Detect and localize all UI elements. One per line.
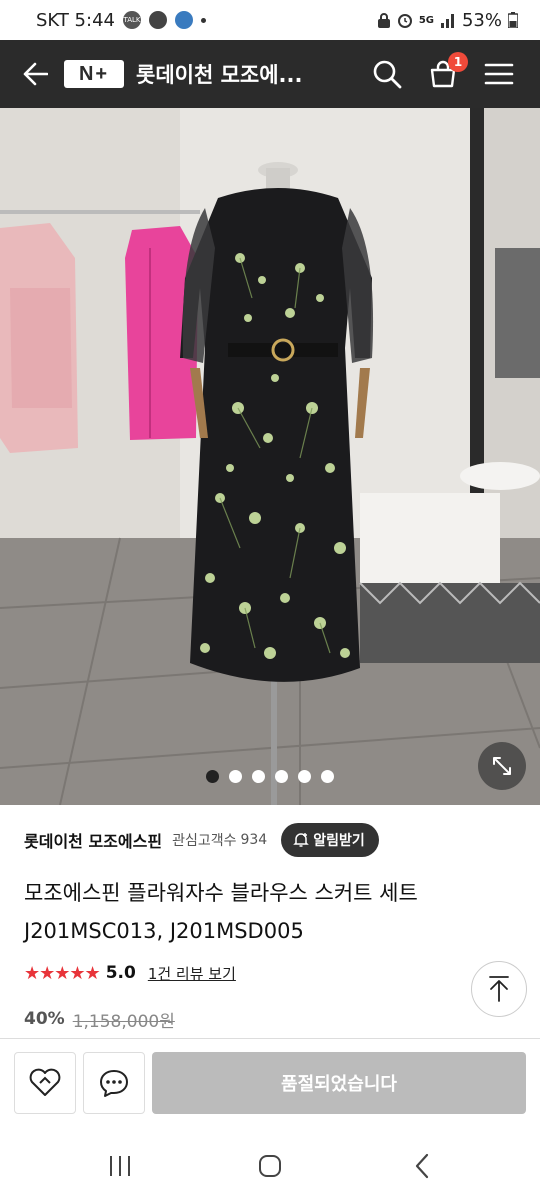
search-icon: [373, 60, 402, 89]
gallery-dot[interactable]: [298, 770, 311, 783]
product-title: 모조에스핀 플라워자수 블라우스 스커트 세트 J201MSC013, J201…: [24, 874, 524, 950]
app-notification-icon: [148, 11, 167, 29]
alarm-icon: [397, 14, 412, 28]
status-left: SKT 5:44 TALK: [36, 10, 206, 31]
chat-icon: [100, 1070, 128, 1097]
wishlist-button[interactable]: [14, 1052, 76, 1114]
store-title: 롯데이천 모조에...: [136, 63, 303, 87]
expand-image-button[interactable]: [478, 742, 526, 790]
talk-button[interactable]: [83, 1052, 145, 1114]
fav-count: 934: [240, 832, 268, 848]
original-price: 1,158,000원: [72, 1011, 175, 1032]
menu-button[interactable]: [480, 55, 518, 93]
scroll-top-button[interactable]: [471, 961, 527, 1017]
seller-row: 롯데이천 모조에스핀 관심고객수 934 알림받기: [24, 822, 524, 858]
header-actions: 1: [368, 52, 518, 93]
product-title-line2: J201MSC013, J201MSD005: [24, 919, 304, 943]
back-arrow-icon: [23, 62, 48, 86]
fav-count-label: 관심고객수: [172, 833, 237, 849]
expand-icon: [493, 757, 511, 775]
gallery-dot[interactable]: [275, 770, 288, 783]
purchase-bar: 품절되었습니다: [0, 1038, 540, 1128]
battery-percent: 53%: [461, 9, 502, 31]
carrier-time: SKT 5:44: [36, 9, 115, 31]
arrow-up-icon: [489, 976, 509, 1002]
back-button[interactable]: [18, 57, 52, 91]
gallery-dot[interactable]: [206, 770, 219, 783]
status-right: 5G 53%: [377, 10, 518, 31]
rating-stars: ★★★★★: [24, 962, 101, 984]
battery-icon: [508, 12, 518, 28]
product-photo: [0, 108, 540, 805]
nav-back-icon: [415, 1153, 429, 1179]
globe-notification-icon: [174, 11, 193, 29]
more-notifications-icon: [200, 17, 206, 23]
soldout-button[interactable]: 품절되었습니다: [152, 1052, 526, 1114]
product-image-gallery[interactable]: [0, 108, 540, 805]
review-link[interactable]: 1건 리뷰 보기: [148, 963, 236, 984]
system-nav-bar: [0, 1130, 540, 1200]
naver-plus-logo[interactable]: N+: [64, 60, 124, 88]
notify-button[interactable]: 알림받기: [281, 823, 379, 857]
app-header: N+ 롯데이천 모조에... 1: [0, 40, 540, 108]
seller-name[interactable]: 롯데이천 모조에스핀: [24, 828, 162, 852]
gallery-dot[interactable]: [252, 770, 265, 783]
rating-row: ★★★★★ 5.0 1건 리뷰 보기: [24, 958, 236, 988]
recent-apps-button[interactable]: [100, 1148, 140, 1184]
rating-score: 5.0: [105, 963, 136, 983]
talk-notification-icon: TALK: [122, 11, 141, 29]
search-button[interactable]: [368, 55, 406, 93]
status-bar: SKT 5:44 TALK 5G 53%: [0, 0, 540, 40]
product-title-line1: 모조에스핀 플라워자수 블라우스 스커트 세트: [24, 881, 418, 905]
home-icon: [259, 1155, 281, 1177]
gallery-dot[interactable]: [229, 770, 242, 783]
gallery-dot[interactable]: [321, 770, 334, 783]
recent-apps-icon: [110, 1156, 130, 1176]
discount-rate: 40%: [24, 1009, 65, 1029]
signal-icon: [440, 14, 454, 28]
cart-button[interactable]: 1: [424, 52, 468, 93]
network-label: 5G: [418, 14, 434, 26]
gallery-indicator: [0, 770, 540, 783]
lock-icon: [377, 13, 390, 28]
notify-label: 알림받기: [313, 833, 365, 849]
nav-back-button[interactable]: [402, 1148, 442, 1184]
heart-icon: [29, 1068, 61, 1096]
menu-icon: [484, 63, 514, 85]
cart-count-badge: 1: [448, 52, 468, 72]
bell-plus-icon: [293, 833, 310, 847]
price-row: 40% 1,158,000원: [24, 1002, 175, 1036]
home-button[interactable]: [250, 1148, 290, 1184]
